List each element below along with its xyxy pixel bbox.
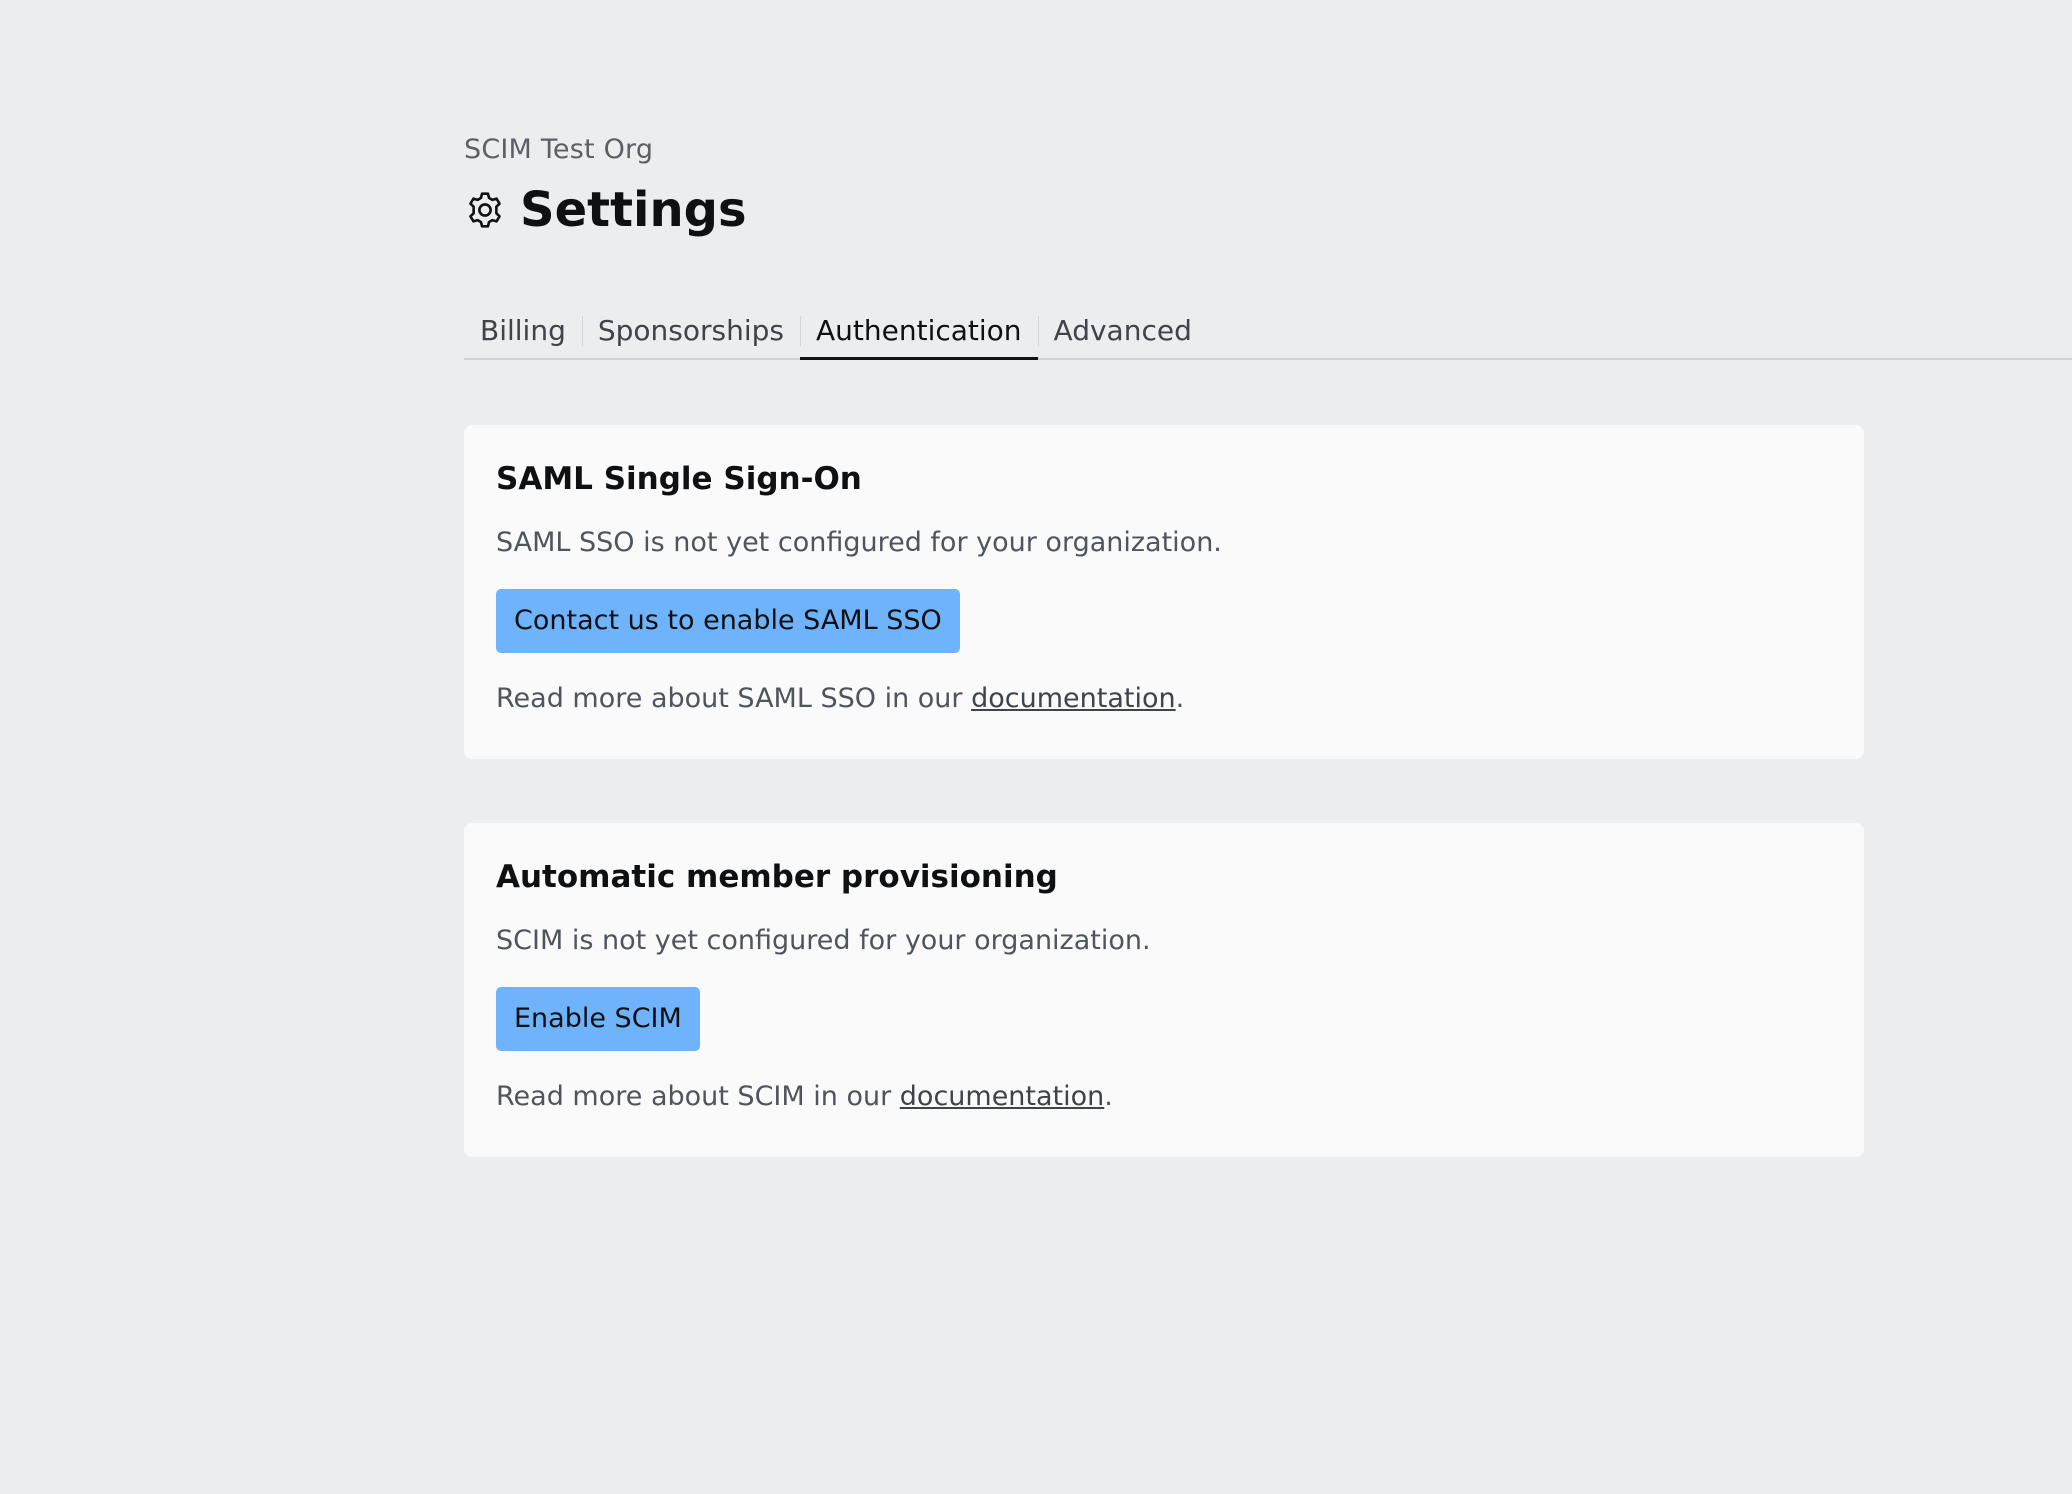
tab-authentication[interactable]: Authentication [800,308,1038,360]
org-name: SCIM Test Org [464,134,654,165]
settings-page: SCIM Test Org Settings Billing Sponsorsh… [0,0,2072,1494]
page-title: Settings [520,182,747,238]
scim-description: SCIM is not yet configured for your orga… [496,925,1151,956]
scim-docs-note: Read more about SCIM in our documentatio… [496,1079,1832,1115]
saml-docs-note: Read more about SAML SSO in our document… [496,681,1832,717]
saml-sso-description: SAML SSO is not yet configured for your … [496,527,1222,558]
scim-documentation-link[interactable]: documentation [900,1081,1105,1112]
scim-provisioning-card: Automatic member provisioning SCIM is no… [464,823,1864,1157]
tab-billing[interactable]: Billing [464,308,582,360]
page-header: SCIM Test Org Settings [464,132,747,240]
enable-scim-button[interactable]: Enable SCIM [496,987,700,1051]
gear-icon [464,189,506,231]
scim-docs-suffix: . [1104,1081,1113,1112]
saml-docs-suffix: . [1175,683,1185,714]
scim-docs-prefix: Read more about SCIM in our [496,1081,900,1112]
tab-sponsorships[interactable]: Sponsorships [581,308,800,360]
saml-sso-card: SAML Single Sign-On SAML SSO is not yet … [464,425,1864,759]
contact-saml-button[interactable]: Contact us to enable SAML SSO [496,589,960,653]
scim-provisioning-title: Automatic member provisioning [496,859,1058,895]
title-row: Settings [464,180,747,240]
settings-tabs: Billing Sponsorships Authentication Adva… [464,308,2072,360]
saml-docs-prefix: Read more about SAML SSO in our [496,683,972,714]
saml-documentation-link[interactable]: documentation [971,683,1176,714]
saml-sso-title: SAML Single Sign-On [496,461,862,497]
tab-advanced[interactable]: Advanced [1037,308,1208,360]
